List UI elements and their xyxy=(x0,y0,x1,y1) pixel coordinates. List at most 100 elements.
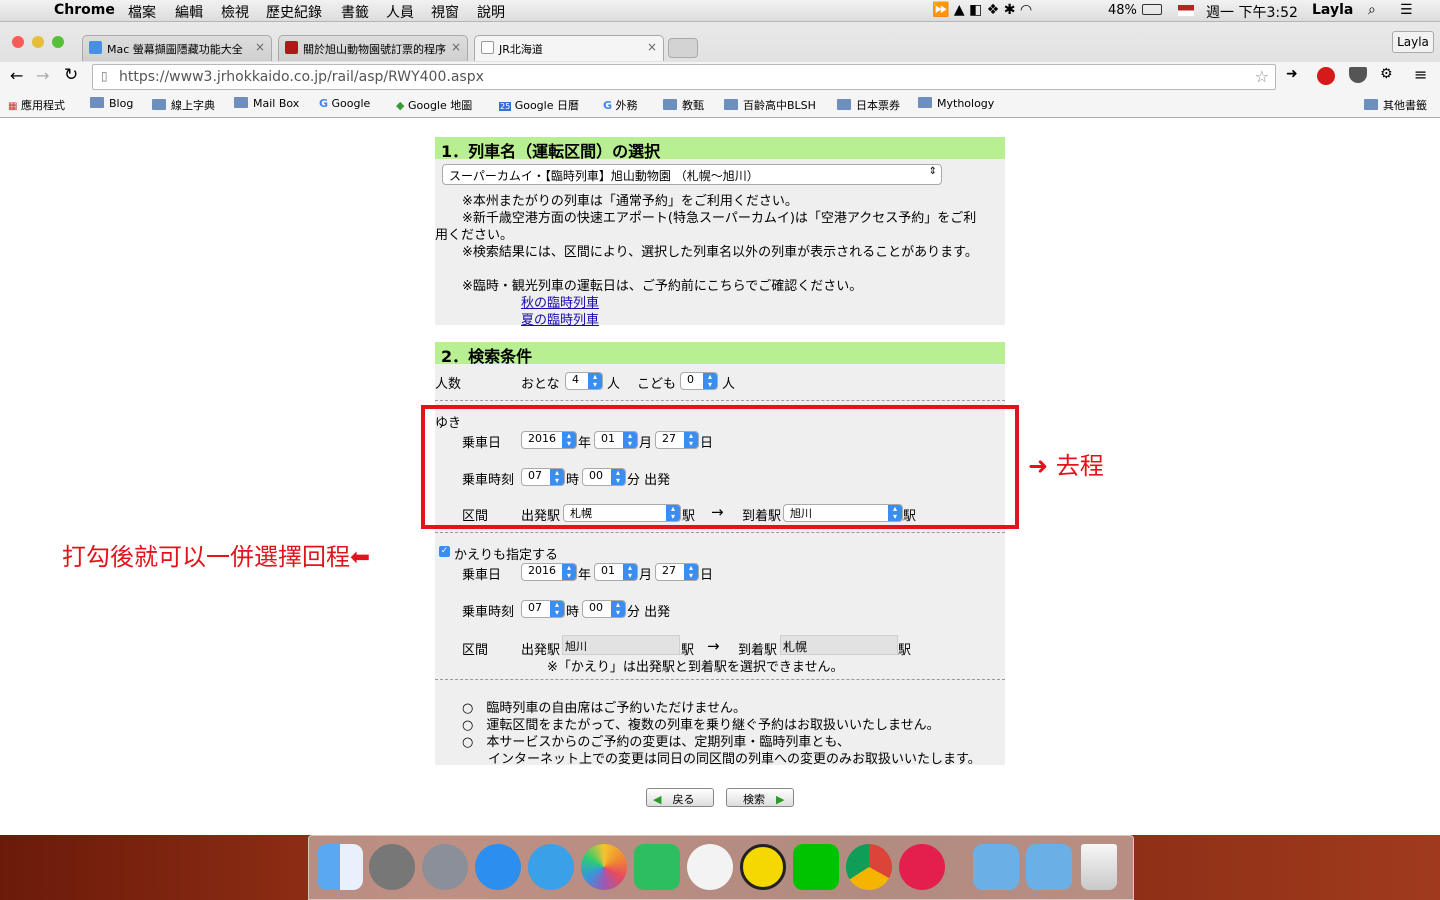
folder-icon xyxy=(663,99,677,110)
child-count-select[interactable]: 0 ▴ ▾ xyxy=(680,372,718,390)
bookmark-star-icon[interactable]: ☆ xyxy=(1255,67,1269,86)
tab-title: 關於旭山動物園號訂票的程序 xyxy=(303,43,446,56)
summer-trains-link[interactable]: 夏の臨時列車 xyxy=(521,309,599,328)
menubar-user[interactable]: Layla xyxy=(1312,2,1353,18)
battery-icon[interactable] xyxy=(1142,4,1162,15)
tab-mac-screenshot[interactable]: Mac 螢幕擷圖隱藏功能大全 × xyxy=(82,35,272,61)
return-day-value: 27 xyxy=(662,564,676,577)
adult-count-select[interactable]: 4 ▴ ▾ xyxy=(565,372,603,390)
evernote-icon[interactable] xyxy=(634,844,680,890)
menu-view[interactable]: 檢視 xyxy=(221,2,249,22)
return-hour-select[interactable]: 07 ▴ ▾ xyxy=(521,600,565,618)
zoom-window-button[interactable] xyxy=(52,36,64,48)
tab-close-icon[interactable]: × xyxy=(647,40,657,54)
menu-file[interactable]: 檔案 xyxy=(128,2,156,22)
bookmark-google-maps[interactable]: ◆ Google 地圖 xyxy=(396,97,472,113)
battery-percent[interactable]: 48% xyxy=(1108,3,1137,18)
flag-icon[interactable] xyxy=(1178,5,1194,16)
section2-heading: 2．検索条件 xyxy=(435,342,1005,366)
tab-favicon-icon xyxy=(481,41,494,54)
train-select-value: スーパーカムイ・【臨時列車】旭山動物園 （札幌〜旭川） xyxy=(449,169,759,183)
bookmark-mailbox[interactable]: Mail Box xyxy=(234,97,299,110)
spinner-icon: ▴ ▾ xyxy=(684,564,698,580)
bookmark-japan-tickets[interactable]: 日本票券 xyxy=(837,97,900,113)
line-icon[interactable] xyxy=(793,844,839,890)
return-checkbox-label[interactable]: かえりも指定する xyxy=(454,544,558,563)
return-minute-select[interactable]: 00 ▴ ▾ xyxy=(582,600,626,618)
menu-bookmarks[interactable]: 書籤 xyxy=(341,2,369,22)
folder-icon xyxy=(90,97,104,108)
menubar-clock[interactable]: 週一 下午3:52 xyxy=(1206,2,1298,22)
chrome-icon[interactable] xyxy=(846,844,892,890)
status-icons[interactable]: ⏩ ▲ ◧ ❖ ✱ ◠ xyxy=(932,2,1032,18)
tab-close-icon[interactable]: × xyxy=(255,40,265,54)
back-arrow-icon[interactable]: ← xyxy=(10,66,23,85)
tab-asahiyama-info[interactable]: 關於旭山動物園號訂票的程序 × xyxy=(278,35,468,61)
money-app-icon[interactable] xyxy=(740,844,786,890)
system-preferences-icon[interactable] xyxy=(369,844,415,890)
profile-button[interactable]: Layla xyxy=(1392,31,1434,53)
finder-icon[interactable] xyxy=(317,844,363,890)
menu-history[interactable]: 歷史紀錄 xyxy=(266,2,322,22)
spotlight-icon[interactable]: ⌕ xyxy=(1368,2,1376,18)
downloads-folder-icon[interactable] xyxy=(1026,844,1072,890)
menu-help[interactable]: 說明 xyxy=(477,2,505,22)
applications-folder-icon[interactable] xyxy=(973,844,1019,890)
tab-close-icon[interactable]: × xyxy=(451,40,461,54)
return-checkbox[interactable]: ✓ xyxy=(439,546,450,557)
return-year-value: 2016 xyxy=(528,564,556,577)
trash-icon[interactable] xyxy=(1081,844,1117,890)
new-tab-button[interactable] xyxy=(668,38,698,58)
back-button[interactable]: ◀ 戻る xyxy=(646,788,714,807)
notification-center-icon[interactable]: ☰ xyxy=(1400,2,1413,18)
left-arrow-icon: ⬅ xyxy=(350,543,371,571)
photos-icon[interactable] xyxy=(581,844,627,890)
url-text: https://www3.jrhokkaido.co.jp/rail/asp/R… xyxy=(119,69,484,85)
extension-gear-icon[interactable]: ⚙ xyxy=(1380,66,1393,82)
bookmark-google-calendar[interactable]: 25 Google 日曆 xyxy=(499,97,579,113)
search-button[interactable]: 検索 ▶ xyxy=(726,788,794,807)
return-day-select[interactable]: 27 ▴ ▾ xyxy=(655,563,699,581)
bookmark-google[interactable]: G Google xyxy=(319,97,370,110)
station-unit: 駅 xyxy=(898,643,912,658)
extension-key-icon[interactable]: ➜ xyxy=(1286,66,1298,82)
close-window-button[interactable] xyxy=(12,36,24,48)
menu-window[interactable]: 視窗 xyxy=(431,2,459,22)
return-year-select[interactable]: 2016 ▴ ▾ xyxy=(521,563,577,581)
reload-icon[interactable]: ↻ xyxy=(64,65,78,85)
menu-people[interactable]: 人員 xyxy=(386,2,414,22)
minimize-window-button[interactable] xyxy=(32,36,44,48)
bookmark-teacher-exam[interactable]: 教甄 xyxy=(663,97,704,113)
menu-bar: Chrome 檔案 編輯 檢視 歷史紀錄 書籤 人員 視窗 說明 ⏩ ▲ ◧ ❖… xyxy=(0,0,1440,22)
chrome-menu-icon[interactable]: ≡ xyxy=(1414,65,1427,84)
safari-icon[interactable] xyxy=(528,844,574,890)
persons-label: 人数 xyxy=(435,377,462,392)
itunes-icon[interactable] xyxy=(687,844,733,890)
app-store-icon[interactable] xyxy=(475,844,521,890)
hour-unit: 時 xyxy=(566,605,580,620)
spinner-icon: ▴ ▾ xyxy=(550,601,564,617)
tab-jr-hokkaido[interactable]: JR北海道 × xyxy=(474,35,664,61)
outbound-annotation: ➜ 去程 xyxy=(1028,446,1104,481)
address-bar[interactable]: ▯ https://www3.jrhokkaido.co.jp/rail/asp… xyxy=(92,64,1276,90)
year-unit: 年 xyxy=(578,568,592,583)
return-month-select[interactable]: 01 ▴ ▾ xyxy=(594,563,638,581)
airmail-icon[interactable] xyxy=(899,844,945,890)
bookmark-dictionary[interactable]: 線上字典 xyxy=(152,97,215,113)
bookmark-blog[interactable]: Blog xyxy=(90,97,133,110)
google-icon: G xyxy=(603,99,613,112)
menu-edit[interactable]: 編輯 xyxy=(175,2,203,22)
bookmark-blsh[interactable]: 百齡高中BLSH xyxy=(724,97,816,113)
pocket-icon[interactable] xyxy=(1349,67,1367,83)
return-time-label: 乗車時刻 xyxy=(462,605,515,620)
forward-arrow-icon[interactable]: → xyxy=(36,66,49,85)
bookmark-apps[interactable]: ▦ 應用程式 xyxy=(8,97,65,113)
bookmark-mythology[interactable]: Mythology xyxy=(918,97,994,110)
train-select[interactable]: スーパーカムイ・【臨時列車】旭山動物園 （札幌〜旭川） ⇕ xyxy=(442,164,942,185)
select-arrows-icon: ⇕ xyxy=(928,166,937,177)
launchpad-icon[interactable] xyxy=(422,844,468,890)
menu-app-name[interactable]: Chrome xyxy=(54,2,115,18)
bookmark-other[interactable]: 其他書籤 xyxy=(1364,97,1427,113)
extension-stop-icon[interactable] xyxy=(1317,67,1335,85)
bookmark-external[interactable]: G 外務 xyxy=(603,97,638,113)
